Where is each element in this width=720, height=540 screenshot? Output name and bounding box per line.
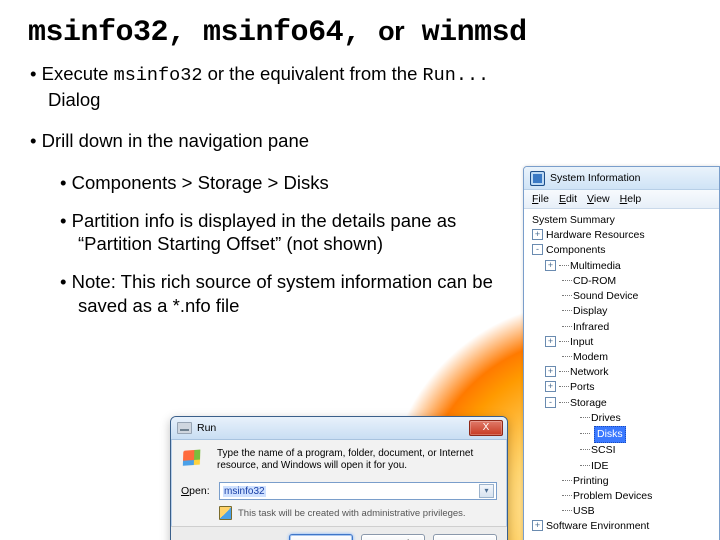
run-button-bar: OK Cancel Browse... <box>171 526 507 540</box>
sysinfo-caption: System Information <box>550 172 640 184</box>
collapse-icon[interactable]: - <box>532 244 543 255</box>
tree-ide-label: IDE <box>580 459 609 474</box>
tree-infrared[interactable]: Infrared <box>562 320 713 335</box>
run-dialog: Run X Type the name of a program, folder… <box>170 416 508 540</box>
tree-network[interactable]: +Network <box>545 365 713 380</box>
sysinfo-titlebar[interactable]: System Information <box>524 167 719 190</box>
tree-ports-label: Ports <box>559 381 595 393</box>
uac-shield-icon <box>219 506 232 520</box>
tree-problem-devices[interactable]: Problem Devices <box>562 489 713 504</box>
tree-printing[interactable]: Printing <box>562 474 713 489</box>
menu-edit[interactable]: Edit <box>559 193 577 205</box>
run-caption: Run <box>197 422 216 434</box>
tree-sound[interactable]: Sound Device <box>562 289 713 304</box>
open-combobox[interactable]: msinfo32 ▾ <box>219 482 497 500</box>
tree-usb[interactable]: USB <box>562 504 713 519</box>
menu-help[interactable]: Help <box>620 193 642 205</box>
tree-sw-label: Software Environment <box>546 520 649 532</box>
open-value: msinfo32 <box>223 486 266 497</box>
expand-icon[interactable]: + <box>545 381 556 392</box>
expand-icon[interactable]: + <box>532 229 543 240</box>
run-hero-icon <box>181 448 209 474</box>
tree-storage-label: Storage <box>559 397 607 409</box>
sysinfo-app-icon <box>530 171 545 186</box>
bullet-2: Drill down in the navigation pane <box>30 129 520 153</box>
expand-icon[interactable]: + <box>545 366 556 377</box>
sysinfo-menubar: File Edit View Help <box>524 190 719 209</box>
tree-multimedia-label: Multimedia <box>559 260 621 272</box>
tree-system-summary[interactable]: System Summary <box>532 213 713 228</box>
tree-hw[interactable]: +Hardware Resources <box>532 228 713 243</box>
tree-modem[interactable]: Modem <box>562 350 713 365</box>
b1-code: msinfo32 <box>114 65 203 86</box>
b1-run: Run... <box>423 65 490 86</box>
tree-network-label: Network <box>559 366 609 378</box>
tree-disks-label: Disks <box>594 426 626 443</box>
tree-components-label: Components <box>546 244 606 256</box>
tree-hw-label: Hardware Resources <box>546 229 645 241</box>
tree-input[interactable]: +Input <box>545 335 713 350</box>
tree-components[interactable]: -Components <box>532 243 713 258</box>
tree-multimedia[interactable]: +Multimedia <box>545 259 713 274</box>
slide-body: Execute msinfo32 or the equivalent from … <box>30 62 520 317</box>
dropdown-icon[interactable]: ▾ <box>479 484 494 498</box>
windows-flag-icon <box>183 449 206 471</box>
tree-cdrom[interactable]: CD-ROM <box>562 274 713 289</box>
title-or: or <box>378 16 404 46</box>
title-code-3: winmsd <box>422 16 527 50</box>
menu-view[interactable]: View <box>587 193 610 205</box>
expand-icon[interactable]: + <box>545 260 556 271</box>
title-space <box>404 16 422 50</box>
tree-disks[interactable]: Disks <box>580 426 713 443</box>
tree-input-label: Input <box>559 336 593 348</box>
menu-file[interactable]: File <box>532 193 549 205</box>
tree-scsi[interactable]: SCSI <box>580 443 713 458</box>
title-comma2: , <box>343 16 378 50</box>
run-titlebar[interactable]: Run X <box>171 417 507 440</box>
sysinfo-tree: System Summary +Hardware Resources -Comp… <box>524 209 719 539</box>
b1-part-a: Execute <box>42 63 114 84</box>
bullet-2-3: Note: This rich source of system informa… <box>60 270 520 317</box>
title-code-1: msinfo32 <box>28 16 168 50</box>
sysinfo-window: System Information File Edit View Help S… <box>523 166 720 540</box>
bullet-2-2: Partition info is displayed in the detai… <box>60 209 520 256</box>
slide-title: msinfo32, msinfo64, or winmsd <box>28 16 720 50</box>
b1-part-b: or the equivalent from the <box>202 63 422 84</box>
title-code-2: msinfo64 <box>203 16 343 50</box>
open-label: Open: <box>181 485 219 497</box>
tree-drives-label: Drives <box>580 411 621 426</box>
browse-button[interactable]: Browse... <box>433 534 497 540</box>
collapse-icon[interactable]: - <box>545 397 556 408</box>
run-window-icon <box>177 422 192 434</box>
uac-text: This task will be created with administr… <box>238 508 466 519</box>
tree-drives[interactable]: Drives <box>580 411 713 426</box>
tree-storage[interactable]: -Storage <box>545 396 713 411</box>
bullet-1: Execute msinfo32 or the equivalent from … <box>30 62 520 111</box>
bullet-2-1: Components > Storage > Disks <box>60 171 520 195</box>
ok-button[interactable]: OK <box>289 534 353 540</box>
tree-display[interactable]: Display <box>562 304 713 319</box>
tree-software-env[interactable]: +Software Environment <box>532 519 713 534</box>
tree-ports[interactable]: +Ports <box>545 380 713 395</box>
spacer <box>580 427 591 442</box>
tree-ide[interactable]: IDE <box>580 459 713 474</box>
title-comma1: , <box>168 16 203 50</box>
expand-icon[interactable]: + <box>532 520 543 531</box>
cancel-button[interactable]: Cancel <box>361 534 425 540</box>
b1-part-d: Dialog <box>48 89 100 110</box>
close-button[interactable]: X <box>469 420 503 436</box>
run-description: Type the name of a program, folder, docu… <box>217 448 497 474</box>
expand-icon[interactable]: + <box>545 336 556 347</box>
tree-scsi-label: SCSI <box>580 443 616 458</box>
